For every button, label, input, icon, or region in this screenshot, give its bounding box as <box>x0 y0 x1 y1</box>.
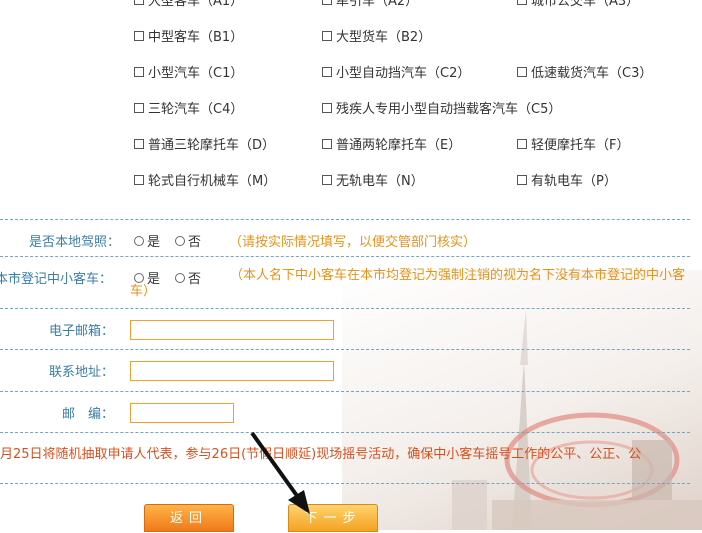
local-license-label: 是否本地驾照： <box>28 235 120 250</box>
application-form: 大型客车（A1） 牵引车（A2） 城市公交车（A3） 中型客车（B1） 大型货车… <box>0 0 702 532</box>
license-option-b2[interactable]: 大型货车（B2） <box>322 26 431 45</box>
section-divider <box>0 483 690 484</box>
license-option-a2[interactable]: 牵引车（A2） <box>322 0 418 9</box>
radio-button[interactable] <box>175 235 185 246</box>
checkbox[interactable] <box>517 138 527 149</box>
license-option-d[interactable]: 普通三轮摩托车（D） <box>134 134 275 153</box>
checkbox[interactable] <box>517 174 527 185</box>
radio-button[interactable] <box>134 235 144 246</box>
license-option-label: 有轨电车（P） <box>531 174 617 189</box>
section-divider <box>0 256 690 257</box>
postcode-field[interactable] <box>130 403 234 423</box>
license-option-label: 大型客车（A1） <box>148 0 244 9</box>
license-option-label: 中型客车（B1） <box>148 30 244 45</box>
section-divider <box>0 219 690 220</box>
license-option-b1[interactable]: 中型客车（B1） <box>134 26 243 45</box>
license-option-label: 低速载货汽车（C3） <box>531 66 653 81</box>
back-button[interactable]: 返回 <box>144 504 234 532</box>
registered-car-hint: （本人名下中小客车在本市均登记为强制注销的视为名下没有本市登记的中小客车） <box>130 268 686 299</box>
checkbox[interactable] <box>134 0 144 5</box>
local-license-hint: （请按实际情况填写，以便交管部门核实） <box>229 235 477 250</box>
email-field[interactable] <box>130 320 334 340</box>
license-option-label: 普通两轮摩托车（E） <box>336 138 462 153</box>
checkbox[interactable] <box>322 174 332 185</box>
license-option-e[interactable]: 普通两轮摩托车（E） <box>322 134 461 153</box>
license-option-label: 普通三轮摩托车（D） <box>148 138 276 153</box>
checkbox[interactable] <box>134 138 144 149</box>
checkbox[interactable] <box>134 30 144 41</box>
lottery-notice: 月25日将随机抽取申请人代表，参与26日(节假日顺延)现场摇号活动，确保中小客车… <box>0 447 642 462</box>
license-option-f[interactable]: 轻便摩托车（F） <box>517 134 629 153</box>
section-divider <box>0 432 690 433</box>
registered-car-label: 本市登记中小客车： <box>0 272 112 287</box>
license-option-label: 大型货车（B2） <box>336 30 432 45</box>
license-option-c5[interactable]: 残疾人专用小型自动挡载客汽车（C5） <box>322 98 561 117</box>
checkbox[interactable] <box>134 174 144 185</box>
checkbox[interactable] <box>322 102 332 113</box>
email-label: 电子邮箱： <box>48 324 114 339</box>
checkbox[interactable] <box>322 0 332 5</box>
checkbox[interactable] <box>322 138 332 149</box>
license-option-label: 轮式自行机械车（M） <box>148 174 277 189</box>
checkbox[interactable] <box>322 30 332 41</box>
address-label: 联系地址： <box>48 365 114 380</box>
section-divider <box>0 349 690 350</box>
postcode-label: 邮 编： <box>61 407 114 422</box>
address-field[interactable] <box>130 361 334 381</box>
license-option-label: 小型自动挡汽车（C2） <box>336 66 471 81</box>
license-option-label: 轻便摩托车（F） <box>531 138 630 153</box>
license-option-c3[interactable]: 低速载货汽车（C3） <box>517 62 652 81</box>
license-option-c1[interactable]: 小型汽车（C1） <box>134 62 243 81</box>
checkbox[interactable] <box>517 66 527 77</box>
checkbox[interactable] <box>134 102 144 113</box>
license-option-label: 城市公交车（A3） <box>531 0 640 9</box>
license-option-m[interactable]: 轮式自行机械车（M） <box>134 170 276 189</box>
license-option-label: 小型汽车（C1） <box>148 66 244 81</box>
license-option-p[interactable]: 有轨电车（P） <box>517 170 617 189</box>
license-option-a1[interactable]: 大型客车（A1） <box>134 0 243 9</box>
radio-label: 是 <box>147 235 161 250</box>
license-option-c2[interactable]: 小型自动挡汽车（C2） <box>322 62 470 81</box>
section-divider <box>0 391 690 392</box>
section-divider <box>0 308 690 309</box>
checkbox[interactable] <box>517 0 527 5</box>
license-option-a3[interactable]: 城市公交车（A3） <box>517 0 639 9</box>
checkbox[interactable] <box>322 66 332 77</box>
license-option-label: 残疾人专用小型自动挡载客汽车（C5） <box>336 102 562 117</box>
license-option-n[interactable]: 无轨电车（N） <box>322 170 424 189</box>
next-button[interactable]: 下一步 <box>288 504 378 532</box>
license-option-label: 牵引车（A2） <box>336 0 419 9</box>
radio-label: 否 <box>188 235 202 250</box>
local-license-yes-radio[interactable]: 是 <box>134 231 160 250</box>
license-option-c4[interactable]: 三轮汽车（C4） <box>134 98 243 117</box>
license-option-label: 三轮汽车（C4） <box>148 102 244 117</box>
checkbox[interactable] <box>134 66 144 77</box>
local-license-no-radio[interactable]: 否 <box>175 231 201 250</box>
license-option-label: 无轨电车（N） <box>336 174 424 189</box>
